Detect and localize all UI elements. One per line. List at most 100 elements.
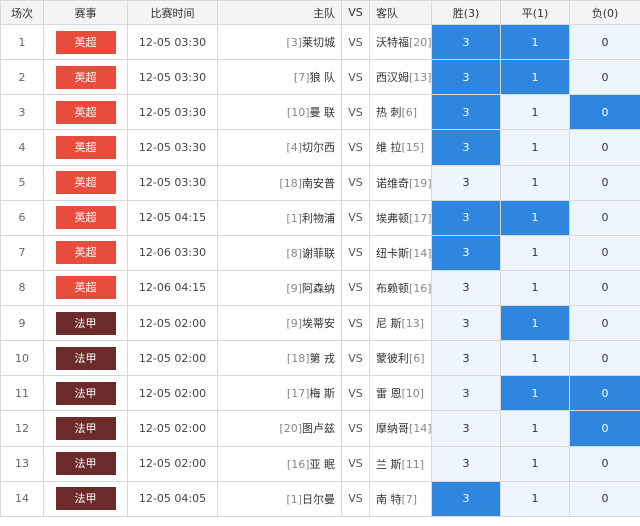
pick-draw-button[interactable]: 1: [500, 410, 570, 447]
home-rank: [7]: [293, 71, 310, 85]
home-team[interactable]: 亚 眠: [310, 458, 336, 471]
pick-loss-button[interactable]: 0: [569, 164, 640, 201]
away-team-cell: 埃弗顿[17]: [369, 199, 432, 236]
pick-win-button[interactable]: 3: [431, 199, 501, 236]
away-team[interactable]: 热 刺: [376, 106, 402, 119]
pick-win-button[interactable]: 3: [431, 480, 501, 517]
home-rank: [20]: [279, 422, 302, 436]
away-team[interactable]: 尼 斯: [376, 317, 402, 330]
match-time: 12-05 04:05: [127, 480, 218, 517]
pick-win-button[interactable]: 3: [431, 340, 501, 377]
pick-draw-button[interactable]: 1: [500, 269, 570, 307]
pick-loss-button[interactable]: 0: [569, 199, 640, 236]
home-team[interactable]: 日尔曼: [302, 493, 335, 506]
pick-win-button[interactable]: 3: [431, 234, 501, 271]
table-row: 10 法甲 12-05 02:00 [18]第 戎 VS 蒙彼利[6] 3 1 0: [0, 340, 640, 377]
league-badge[interactable]: 英超: [55, 65, 116, 89]
league-badge[interactable]: 英超: [55, 30, 116, 54]
pick-draw-button[interactable]: 1: [500, 304, 570, 342]
home-team[interactable]: 阿森纳: [302, 282, 335, 295]
away-team[interactable]: 埃弗顿: [376, 212, 409, 225]
away-team[interactable]: 南 特: [376, 493, 402, 506]
pick-win-button[interactable]: 3: [431, 304, 501, 342]
pick-loss-button[interactable]: 0: [569, 340, 640, 377]
pick-win-button[interactable]: 3: [431, 129, 501, 166]
match-time: 12-05 03:30: [127, 94, 218, 131]
pick-draw-button[interactable]: 1: [500, 480, 570, 517]
match-time: 12-05 02:00: [127, 340, 218, 377]
table-row: 14 法甲 12-05 04:05 [1]日尔曼 VS 南 特[7] 3 1 0: [0, 480, 640, 517]
away-team[interactable]: 布赖顿: [376, 282, 409, 295]
pick-win-button[interactable]: 3: [431, 269, 501, 307]
pick-draw-button[interactable]: 1: [500, 340, 570, 377]
league-cell: 法甲: [43, 480, 128, 517]
home-team[interactable]: 南安普: [302, 177, 335, 190]
pick-loss-button[interactable]: 0: [569, 445, 640, 482]
pick-win-button[interactable]: 3: [431, 59, 501, 96]
away-rank: [19]: [409, 176, 432, 190]
pick-loss-button[interactable]: 0: [569, 410, 640, 447]
match-time: 12-05 03:30: [127, 164, 218, 201]
pick-loss-button[interactable]: 0: [569, 234, 640, 271]
away-team[interactable]: 维 拉: [376, 141, 402, 154]
home-team[interactable]: 莱切城: [302, 36, 335, 49]
away-team[interactable]: 诺维奇: [376, 177, 409, 190]
pick-loss-button[interactable]: 0: [569, 304, 640, 342]
home-team[interactable]: 梅 斯: [310, 387, 336, 400]
league-cell: 法甲: [43, 445, 128, 482]
pick-loss-button[interactable]: 0: [569, 94, 640, 131]
pick-draw-button[interactable]: 1: [500, 59, 570, 96]
league-badge[interactable]: 法甲: [55, 416, 116, 440]
home-team[interactable]: 图卢兹: [302, 422, 335, 435]
home-team[interactable]: 埃蒂安: [302, 317, 335, 330]
pick-loss-button[interactable]: 0: [569, 23, 640, 61]
league-badge[interactable]: 英超: [55, 135, 116, 159]
league-badge[interactable]: 法甲: [55, 452, 116, 476]
league-badge[interactable]: 法甲: [55, 311, 116, 335]
pick-win-button[interactable]: 3: [431, 445, 501, 482]
home-team-cell: [18]南安普: [217, 164, 342, 201]
home-team[interactable]: 切尔西: [302, 141, 335, 154]
pick-draw-button[interactable]: 1: [500, 23, 570, 61]
away-team[interactable]: 摩纳哥: [376, 422, 409, 435]
pick-draw-button[interactable]: 1: [500, 375, 570, 412]
league-badge[interactable]: 英超: [55, 171, 116, 195]
away-team[interactable]: 沃特福: [376, 36, 409, 49]
away-team-cell: 布赖顿[16]: [369, 269, 432, 307]
league-badge[interactable]: 法甲: [55, 381, 116, 405]
pick-draw-button[interactable]: 1: [500, 199, 570, 236]
pick-win-button[interactable]: 3: [431, 94, 501, 131]
away-team[interactable]: 蒙彼利: [376, 352, 409, 365]
pick-draw-button[interactable]: 1: [500, 94, 570, 131]
away-team[interactable]: 纽卡斯: [376, 247, 409, 260]
pick-draw-button[interactable]: 1: [500, 164, 570, 201]
league-badge[interactable]: 英超: [55, 276, 116, 300]
away-team[interactable]: 雷 恩: [376, 387, 402, 400]
away-team[interactable]: 西汉姆: [376, 71, 409, 84]
pick-loss-button[interactable]: 0: [569, 480, 640, 517]
home-team[interactable]: 利物浦: [302, 212, 335, 225]
pick-draw-button[interactable]: 1: [500, 129, 570, 166]
league-badge[interactable]: 英超: [55, 100, 116, 124]
league-badge[interactable]: 英超: [55, 241, 116, 265]
pick-win-button[interactable]: 3: [431, 23, 501, 61]
pick-draw-button[interactable]: 1: [500, 445, 570, 482]
pick-win-button[interactable]: 3: [431, 375, 501, 412]
pick-win-button[interactable]: 3: [431, 164, 501, 201]
pick-win-button[interactable]: 3: [431, 410, 501, 447]
home-team[interactable]: 狼 队: [310, 71, 336, 84]
league-badge[interactable]: 法甲: [55, 487, 116, 511]
home-team[interactable]: 谢菲联: [302, 247, 335, 260]
pick-loss-button[interactable]: 0: [569, 375, 640, 412]
pick-draw-button[interactable]: 1: [500, 234, 570, 271]
league-badge[interactable]: 法甲: [55, 346, 116, 370]
away-team-cell: 沃特福[20]: [369, 23, 432, 61]
pick-loss-button[interactable]: 0: [569, 59, 640, 96]
away-team[interactable]: 兰 斯: [376, 458, 402, 471]
home-team[interactable]: 曼 联: [310, 106, 336, 119]
pick-loss-button[interactable]: 0: [569, 269, 640, 307]
pick-loss-button[interactable]: 0: [569, 129, 640, 166]
league-badge[interactable]: 英超: [55, 206, 116, 230]
home-team[interactable]: 第 戎: [310, 352, 336, 365]
header-vs: VS: [341, 0, 370, 25]
